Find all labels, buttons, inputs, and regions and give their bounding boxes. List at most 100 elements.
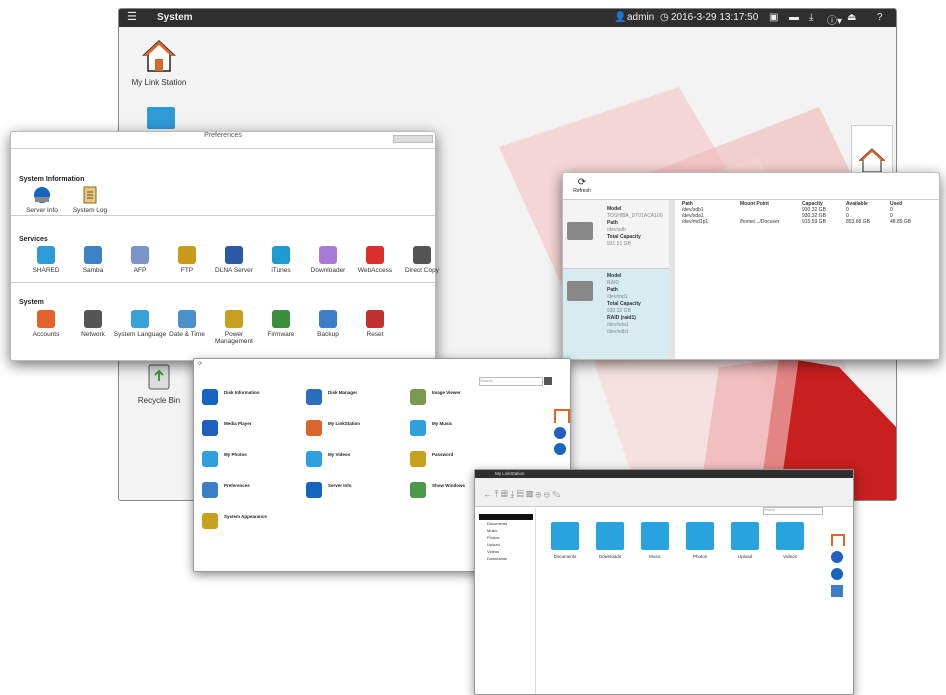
download-icon[interactable]: ⤓ — [809, 12, 813, 23]
folder-label: Documents — [553, 554, 577, 559]
folder-label: Music — [649, 554, 661, 559]
table-cell: 915.59 GB — [802, 219, 826, 225]
server-info-icon — [34, 187, 50, 203]
ftp-icon — [178, 246, 196, 264]
file-top-bar: My LinkStation — [475, 470, 853, 478]
pref-item[interactable]: FTP — [160, 246, 214, 274]
file-toolbar: ← ⤒ ▦ ⤓ ▤ ▩ ⊕ ⊖ ✎ Search — [475, 478, 853, 515]
server-info-icon[interactable] — [554, 443, 566, 455]
app-tile[interactable]: Disk Information — [202, 389, 306, 417]
table-row[interactable]: /dev/md1p1/home/.../Docuser 915.59 GB 853.… — [679, 219, 925, 225]
refresh-button[interactable]: ⟳ Refresh — [569, 177, 595, 194]
itunes-icon — [272, 246, 290, 264]
pref-item[interactable]: Downloader — [301, 246, 355, 274]
help-icon[interactable]: ? — [877, 12, 883, 23]
pref-item-label: Power Management — [215, 331, 253, 345]
app-tile[interactable]: Image Viewer — [410, 389, 514, 417]
disk-manager-icon — [306, 389, 322, 405]
app-tile[interactable]: Server Info — [306, 482, 410, 510]
dlna-server-icon — [225, 246, 243, 264]
app-tile[interactable]: My Photos — [202, 451, 306, 479]
app-tile[interactable]: System Appearance — [202, 513, 306, 541]
home-icon[interactable] — [554, 409, 570, 423]
pref-item[interactable]: System Language — [113, 310, 167, 338]
tree-item[interactable]: Videos — [479, 548, 533, 555]
home-icon[interactable] — [858, 146, 886, 174]
backup-icon — [319, 310, 337, 328]
app-tile[interactable]: My Music — [410, 420, 514, 448]
table-cell: 48.89 GB — [890, 219, 912, 225]
pref-item[interactable]: Samba — [66, 246, 120, 274]
pref-item[interactable]: Accounts — [19, 310, 73, 338]
pref-item[interactable]: Backup — [301, 310, 355, 338]
file-search-input[interactable]: Search — [763, 507, 823, 515]
pref-item-label: Downloader — [310, 267, 346, 274]
preferences-window: Preferences System Information Server In… — [10, 131, 439, 361]
app-name: Image Viewer — [432, 390, 461, 395]
accounts-icon — [37, 310, 55, 328]
disk-item-1[interactable]: Model TOSHIBA_DT01ACA100 Path /dev/sdb T… — [563, 200, 669, 269]
drive-icon[interactable]: ▬ — [789, 12, 799, 23]
desktop-icon-recycle-bin[interactable]: Recycle Bin — [129, 361, 189, 405]
samba-icon — [84, 246, 102, 264]
app-tile[interactable]: Disk Manager — [306, 389, 410, 417]
pref-item[interactable]: iTunes — [254, 246, 308, 274]
app-tile[interactable]: My LinkStation — [306, 420, 410, 448]
folder-item[interactable]: Upload — [723, 522, 767, 559]
server-info-icon[interactable] — [831, 568, 843, 580]
preferences-icon — [202, 482, 218, 498]
photos-app-icon[interactable] — [147, 107, 175, 129]
tree-item[interactable]: Music — [479, 527, 533, 534]
direct-copy-icon — [413, 246, 431, 264]
folder-item[interactable]: Downloads — [588, 522, 632, 559]
pref-server-info[interactable]: Server Info — [15, 186, 69, 214]
raid-disk-icon — [567, 281, 593, 301]
folder-item[interactable]: Videos — [768, 522, 812, 559]
pref-item[interactable]: WebAccess — [348, 246, 402, 274]
pref-item[interactable]: SHARED — [19, 246, 73, 274]
search-icon[interactable] — [544, 377, 552, 385]
eject-icon[interactable]: ⏏ — [847, 12, 856, 23]
tree-item[interactable]: Downloads — [479, 555, 533, 562]
storage-window: ⟳ Refresh Model TOSHIBA_DT01ACA100 Path … — [562, 172, 940, 360]
media-player-icon[interactable] — [554, 427, 566, 439]
app-tile[interactable]: My Videos — [306, 451, 410, 479]
app-tile[interactable]: Preferences — [202, 482, 306, 510]
pref-system-log[interactable]: System Log — [63, 186, 117, 214]
pref-item[interactable]: Direct Copy — [395, 246, 449, 274]
webaccess-icon — [366, 246, 384, 264]
info-icon[interactable]: ⓘ▾ — [827, 12, 842, 27]
password-icon — [410, 451, 426, 467]
photos-folder-icon — [686, 522, 714, 550]
preferences-icon[interactable] — [831, 585, 843, 597]
folder-item[interactable]: Documents — [543, 522, 587, 559]
pref-item-label: iTunes — [271, 267, 291, 274]
home-icon[interactable] — [831, 534, 845, 546]
pref-item[interactable]: DLNA Server — [207, 246, 261, 274]
tree-item[interactable]: Photos — [479, 534, 533, 541]
tree-item[interactable]: Upload — [479, 541, 533, 548]
disk-item-2[interactable]: Model RAID Path /dev/md1 Total Capacity … — [563, 269, 669, 359]
toolbar-buttons[interactable]: ← ⤒ ▦ ⤓ ▤ ▩ ⊕ ⊖ ✎ — [483, 484, 643, 499]
folder-item[interactable]: Music — [633, 522, 677, 559]
pref-item[interactable]: Firmware — [254, 310, 308, 338]
pref-item[interactable]: Network — [66, 310, 120, 338]
pref-item[interactable]: Reset — [348, 310, 402, 338]
downloads-folder-icon — [596, 522, 624, 550]
search-input[interactable]: Search — [479, 377, 543, 386]
tree-item[interactable]: Documents — [479, 520, 533, 527]
window-controls[interactable] — [393, 135, 433, 143]
media-player-icon[interactable] — [831, 551, 843, 563]
hamburger-menu-icon[interactable]: ☰ — [127, 10, 137, 23]
app-tile[interactable]: Media Player — [202, 420, 306, 448]
pref-item[interactable]: Date & Time — [160, 310, 214, 338]
windows-icon[interactable]: ▣ — [769, 12, 778, 23]
pref-item-label: Samba — [82, 267, 104, 274]
scrollbar[interactable] — [669, 200, 675, 359]
desktop-icon-my-link-station[interactable]: My Link Station — [129, 39, 189, 87]
table-cell: /home/.../Docuser — [740, 219, 780, 225]
user-name[interactable]: admin — [627, 12, 654, 23]
pref-item[interactable]: AFP — [113, 246, 167, 274]
pref-item[interactable]: Power Management — [207, 310, 261, 345]
folder-item[interactable]: Photos — [678, 522, 722, 559]
